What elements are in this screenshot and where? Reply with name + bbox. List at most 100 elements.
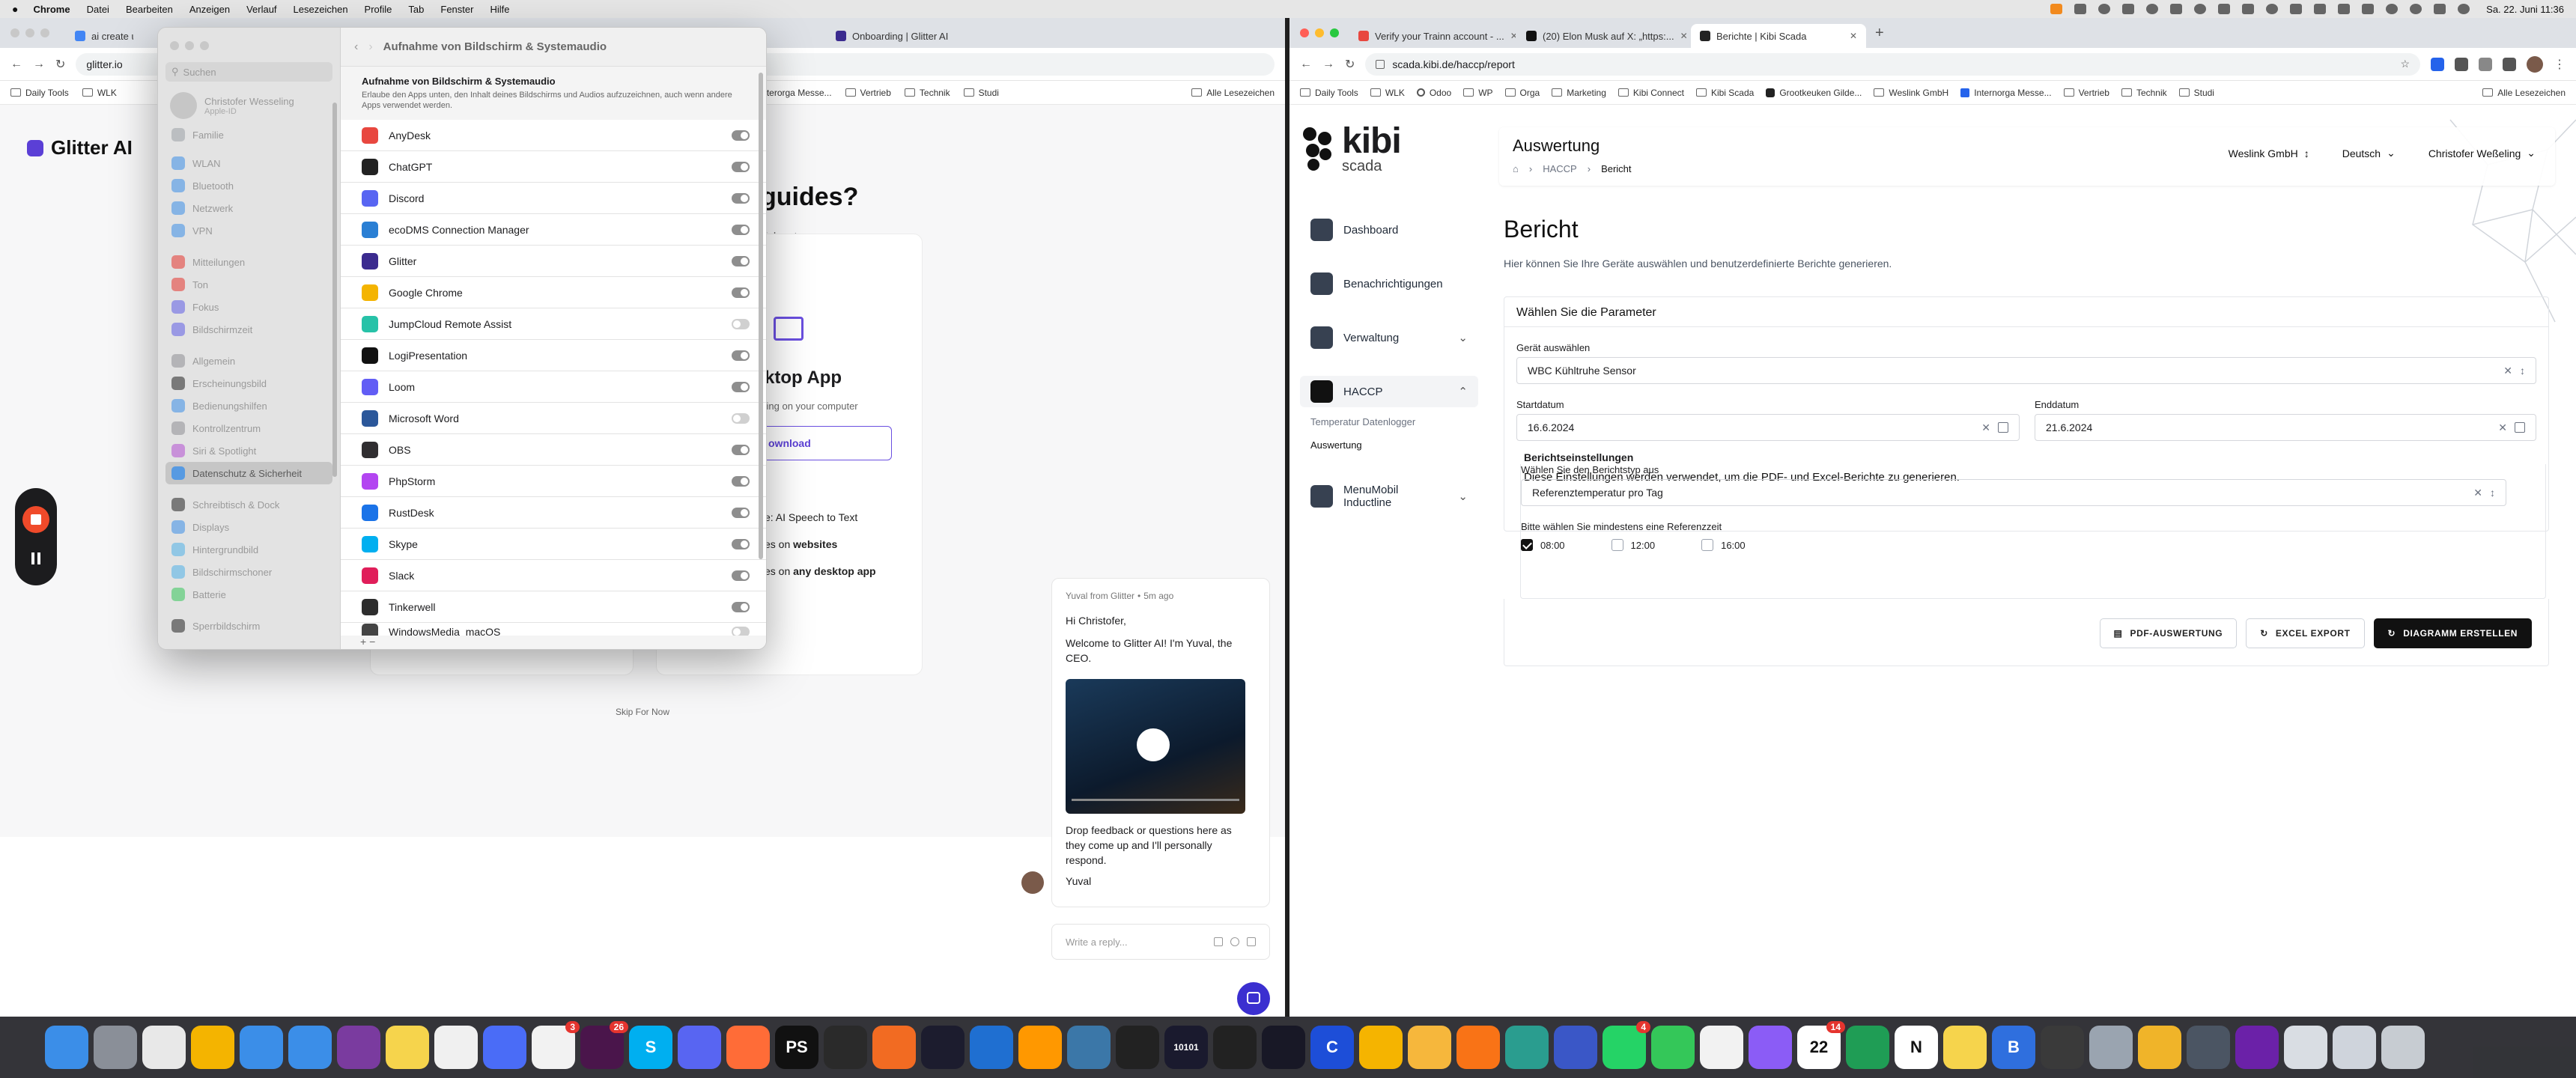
zoom-window-button[interactable]: [200, 41, 209, 50]
settings-item-fokus[interactable]: Fokus: [165, 296, 332, 318]
report-type-select[interactable]: Referenztemperatur pro Tag ✕ ↕: [1521, 479, 2506, 506]
dock-archive-icon[interactable]: [2138, 1026, 2181, 1069]
minimize-window-button[interactable]: [25, 28, 34, 37]
dock-messages-icon[interactable]: [1651, 1026, 1695, 1069]
bookmark-technik[interactable]: Technik: [904, 88, 950, 98]
permission-toggle[interactable]: [732, 412, 750, 424]
device-select[interactable]: WBC Kühltruhe Sensor ✕ ↕: [1516, 357, 2536, 384]
settings-item-bildschirmzeit[interactable]: Bildschirmzeit: [165, 318, 332, 341]
nav-dashboard[interactable]: Dashboard: [1300, 214, 1478, 246]
permission-toggle[interactable]: [732, 538, 750, 549]
reload-icon[interactable]: ↻: [1345, 57, 1355, 72]
tab-onboarding-glitter[interactable]: Onboarding | Glitter AI: [827, 24, 1285, 48]
dock-podcasts-icon[interactable]: [337, 1026, 380, 1069]
status-icon[interactable]: [2146, 4, 2159, 14]
permission-toggle[interactable]: [732, 570, 750, 581]
bluetooth-icon[interactable]: [2338, 4, 2351, 14]
menu-bearbeiten[interactable]: Bearbeiten: [126, 4, 173, 15]
bookmark-daily-tools[interactable]: Daily Tools: [1300, 88, 1358, 98]
bookmark-technik[interactable]: Technik: [2121, 88, 2167, 98]
home-icon[interactable]: ⌂: [1513, 163, 1519, 174]
breadcrumb-haccp[interactable]: HACCP: [1543, 163, 1577, 174]
close-window-button[interactable]: [1300, 28, 1309, 37]
video-play-button[interactable]: [1137, 728, 1170, 761]
settings-search[interactable]: ⚲ Suchen: [165, 62, 332, 82]
checkbox[interactable]: [1611, 539, 1623, 551]
dock-postman-icon[interactable]: [726, 1026, 770, 1069]
bookmark-kibi-connect[interactable]: Kibi Connect: [1617, 88, 1684, 98]
bookmark-vertrieb[interactable]: Vertrieb: [845, 88, 891, 98]
permission-toggle[interactable]: [732, 192, 750, 204]
url-field[interactable]: scada.kibi.de/haccp/report ☆: [1365, 52, 2420, 76]
menu-hilfe[interactable]: Hilfe: [490, 4, 509, 15]
dock-safari-icon[interactable]: [288, 1026, 332, 1069]
bookmark-studi[interactable]: Studi: [2178, 88, 2214, 98]
settings-item-ton[interactable]: Ton: [165, 273, 332, 296]
dock-phpstorm-icon[interactable]: PS: [775, 1026, 818, 1069]
gif-icon[interactable]: [1214, 937, 1223, 946]
settings-item-familie[interactable]: Familie: [165, 124, 332, 146]
avatar[interactable]: [2527, 55, 2543, 73]
dock-slack-icon[interactable]: 26: [580, 1021, 628, 1069]
permission-toggle[interactable]: [732, 507, 750, 518]
permission-toggle[interactable]: [732, 130, 750, 141]
pdf-export-button[interactable]: ▤ PDF-AUSWERTUNG: [2099, 618, 2238, 648]
back-icon[interactable]: ←: [10, 58, 22, 71]
checkbox-checked[interactable]: [1521, 539, 1533, 551]
bookmark-kibi-scada[interactable]: Kibi Scada: [1695, 88, 1754, 98]
settings-item-datenschutz[interactable]: Datenschutz & Sicherheit: [165, 462, 332, 484]
settings-item-siri[interactable]: Siri & Spotlight: [165, 439, 332, 462]
kibi-logo[interactable]: kibi scada: [1300, 105, 1478, 195]
settings-item-bedienungshilfen[interactable]: Bedienungshilfen: [165, 395, 332, 417]
dock-hex-icon[interactable]: 10101: [1164, 1026, 1208, 1069]
company-select[interactable]: Weslink GmbH ↕: [2229, 147, 2309, 159]
time-option-1600[interactable]: 16:00: [1701, 539, 1746, 551]
permission-toggle[interactable]: [732, 224, 750, 235]
dock-discord-icon[interactable]: [678, 1026, 721, 1069]
dock-finder-icon[interactable]: [45, 1026, 88, 1069]
dock-settings-icon[interactable]: [483, 1026, 526, 1069]
bookmark-marketing[interactable]: Marketing: [1552, 88, 1606, 98]
add-icon[interactable]: +: [360, 636, 366, 648]
settings-item-hintergrundbild[interactable]: Hintergrundbild: [165, 538, 332, 561]
zoom-window-button[interactable]: [40, 28, 49, 37]
user-menu[interactable]: Christofer Weßeling ⌄: [2428, 147, 2536, 159]
permission-toggle[interactable]: [732, 475, 750, 487]
forward-icon[interactable]: →: [1322, 58, 1334, 71]
wifi-icon[interactable]: [2386, 4, 2399, 14]
time-option-0800[interactable]: 08:00: [1521, 539, 1565, 551]
back-icon[interactable]: ←: [1300, 58, 1312, 71]
settings-item-erscheinungsbild[interactable]: Erscheinungsbild: [165, 372, 332, 395]
bookmark-grootkeuken[interactable]: Grootkeuken Gilde...: [1766, 88, 1862, 98]
chrome-menu-icon[interactable]: ⋮: [2554, 57, 2566, 72]
dock-vs-code-icon[interactable]: [970, 1026, 1013, 1069]
settings-item-mitteilungen[interactable]: Mitteilungen: [165, 251, 332, 273]
dock-apps-icon[interactable]: [2041, 1026, 2084, 1069]
settings-item-bildschirmschoner[interactable]: Bildschirmschoner: [165, 561, 332, 583]
stop-recording-button[interactable]: [22, 506, 49, 533]
dock-mail-icon[interactable]: [240, 1026, 283, 1069]
glitter-logo[interactable]: Glitter AI: [27, 136, 133, 159]
dock-mission-control-icon[interactable]: [142, 1026, 186, 1069]
calendar-icon[interactable]: [2515, 422, 2525, 433]
status-icon[interactable]: [2170, 4, 2183, 14]
menu-tab[interactable]: Tab: [408, 4, 424, 15]
menu-profile[interactable]: Profile: [365, 4, 392, 15]
settings-item-sperrbildschirm[interactable]: Sperrbildschirm: [165, 615, 332, 637]
settings-item-kontrollzentrum[interactable]: Kontrollzentrum: [165, 417, 332, 439]
permission-toggle[interactable]: [732, 287, 750, 298]
dock-buchhaltung-icon[interactable]: B: [1992, 1026, 2035, 1069]
new-tab-icon[interactable]: +: [1875, 25, 1884, 42]
dock-glitter-icon[interactable]: [1262, 1026, 1305, 1069]
dock-chrome-icon[interactable]: [191, 1026, 234, 1069]
dock-preview-icon[interactable]: [2089, 1026, 2133, 1069]
permission-toggle[interactable]: [732, 318, 750, 329]
dock-photos-icon[interactable]: [1700, 1026, 1743, 1069]
search-icon[interactable]: [2410, 4, 2422, 14]
dock-notes-icon[interactable]: [386, 1026, 429, 1069]
end-date-input[interactable]: 21.6.2024 ✕: [2035, 414, 2536, 441]
nav-haccp[interactable]: HACCP ⌃: [1300, 376, 1478, 407]
menu-lesezeichen[interactable]: Lesezeichen: [294, 4, 348, 15]
nav-menumobil[interactable]: MenuMobil Inductline ⌄: [1300, 481, 1478, 512]
forward-icon[interactable]: →: [33, 58, 45, 71]
